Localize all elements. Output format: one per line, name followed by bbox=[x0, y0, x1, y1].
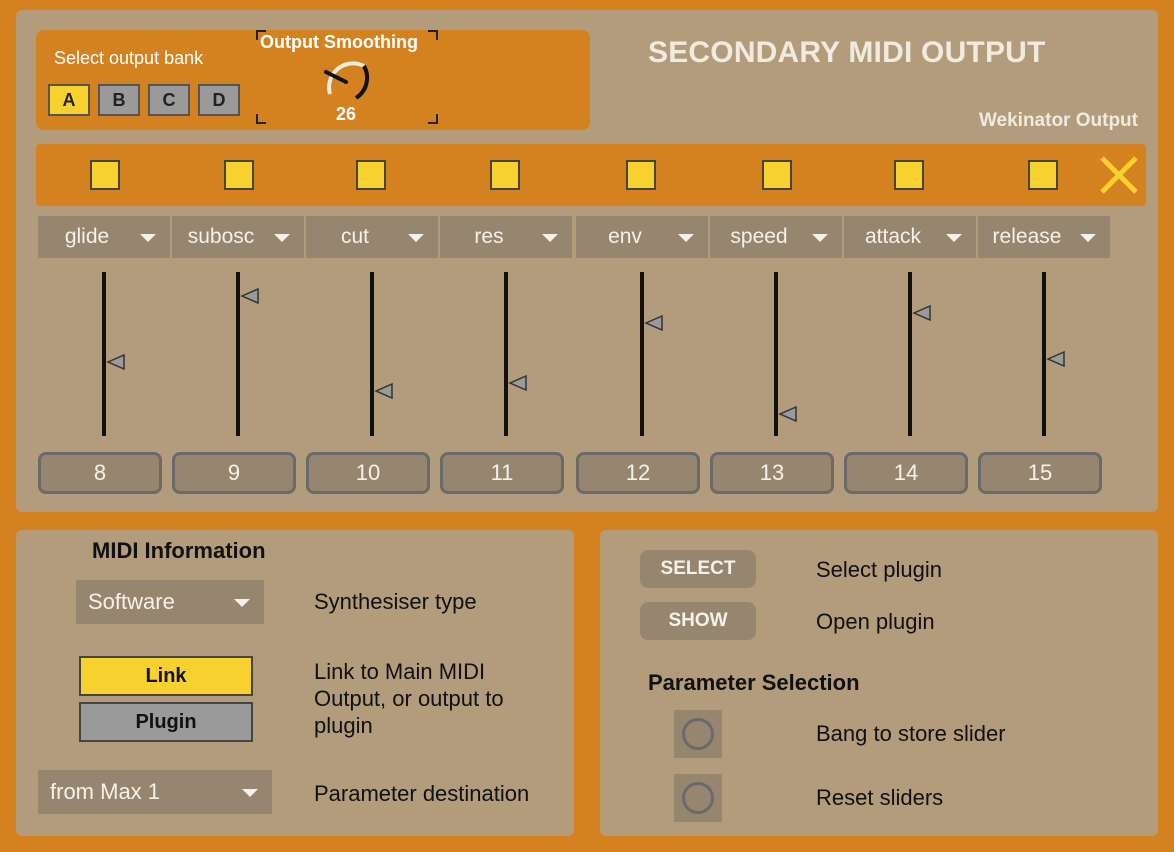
bank-box: Select output bank A B C D Output Smooth… bbox=[36, 30, 590, 130]
select-plugin-button[interactable]: SELECT bbox=[640, 550, 756, 588]
midi-info-title: MIDI Information bbox=[92, 538, 266, 563]
midi-information-panel: MIDI Information Software Synthesiser ty… bbox=[16, 530, 574, 836]
store-slider-label: Bang to store slider bbox=[816, 721, 1006, 746]
output-toggle[interactable] bbox=[356, 160, 386, 190]
param-dropdown-res[interactable]: res bbox=[440, 216, 572, 258]
synth-type-label: Synthesiser type bbox=[314, 589, 477, 614]
toggle-bar bbox=[36, 144, 1146, 206]
param-dropdown-release[interactable]: release bbox=[978, 216, 1110, 258]
open-plugin-label: Open plugin bbox=[816, 609, 935, 634]
param-number-box[interactable]: 8 bbox=[38, 452, 162, 494]
chevron-down-icon bbox=[812, 234, 828, 242]
param-number-box[interactable]: 13 bbox=[710, 452, 834, 494]
chevron-down-icon bbox=[408, 234, 424, 242]
output-toggle[interactable] bbox=[626, 160, 656, 190]
output-toggle[interactable] bbox=[224, 160, 254, 190]
slider-track-attack[interactable] bbox=[908, 272, 912, 436]
output-toggle[interactable] bbox=[90, 160, 120, 190]
bracket-tr bbox=[428, 30, 438, 40]
chevron-down-icon bbox=[274, 234, 290, 242]
chevron-down-icon bbox=[140, 234, 156, 242]
output-toggle[interactable] bbox=[1028, 160, 1058, 190]
plugin-panel: SELECT Select plugin SHOW Open plugin Pa… bbox=[600, 530, 1158, 836]
plugin-button[interactable]: Plugin bbox=[79, 702, 253, 742]
param-number-box[interactable]: 11 bbox=[440, 452, 564, 494]
chevron-down-icon bbox=[1080, 234, 1096, 242]
slider-thumb-cut[interactable] bbox=[374, 381, 394, 401]
bank-button-d[interactable]: D bbox=[198, 84, 240, 116]
slider-thumb-attack[interactable] bbox=[912, 303, 932, 323]
param-number-box[interactable]: 14 bbox=[844, 452, 968, 494]
bank-button-b[interactable]: B bbox=[98, 84, 140, 116]
bank-title: Select output bank bbox=[54, 48, 204, 68]
param-number-box[interactable]: 10 bbox=[306, 452, 430, 494]
show-plugin-button[interactable]: SHOW bbox=[640, 602, 756, 640]
parameter-destination-label: Parameter destination bbox=[314, 781, 530, 806]
slider-track-res[interactable] bbox=[504, 272, 508, 436]
param-dropdown-cut[interactable]: cut bbox=[306, 216, 438, 258]
chevron-down-icon bbox=[242, 789, 258, 797]
param-number-box[interactable]: 9 bbox=[172, 452, 296, 494]
param-number-box[interactable]: 15 bbox=[978, 452, 1102, 494]
chevron-down-icon bbox=[946, 234, 962, 242]
output-toggle[interactable] bbox=[490, 160, 520, 190]
output-toggle[interactable] bbox=[894, 160, 924, 190]
select-plugin-label: Select plugin bbox=[816, 557, 942, 582]
bracket-bl bbox=[256, 114, 266, 124]
slider-thumb-subosc[interactable] bbox=[240, 286, 260, 306]
reset-sliders-bang[interactable] bbox=[674, 774, 722, 822]
link-button[interactable]: Link bbox=[79, 656, 253, 696]
smoothing-title: Output Smoothing bbox=[260, 32, 418, 52]
slider-track-cut[interactable] bbox=[370, 272, 374, 436]
param-dropdown-glide[interactable]: glide bbox=[38, 216, 170, 258]
param-dropdown-speed[interactable]: speed bbox=[710, 216, 842, 258]
parameter-selection-title: Parameter Selection bbox=[648, 670, 860, 695]
chevron-down-icon bbox=[678, 234, 694, 242]
slider-track-env[interactable] bbox=[640, 272, 644, 436]
param-dropdown-subosc[interactable]: subosc bbox=[172, 216, 304, 258]
slider-thumb-glide[interactable] bbox=[106, 352, 126, 372]
slider-thumb-release[interactable] bbox=[1046, 349, 1066, 369]
smoothing-value: 26 bbox=[336, 104, 357, 124]
chevron-down-icon bbox=[542, 234, 558, 242]
param-dropdown-attack[interactable]: attack bbox=[844, 216, 976, 258]
chevron-down-icon bbox=[234, 599, 250, 607]
store-slider-bang[interactable] bbox=[674, 710, 722, 758]
bracket-br bbox=[428, 114, 438, 124]
reset-sliders-label: Reset sliders bbox=[816, 785, 944, 810]
close-icon[interactable] bbox=[1098, 154, 1140, 196]
param-dropdown-env[interactable]: env bbox=[576, 216, 708, 258]
link-desc-line2: Output, or output to bbox=[314, 686, 504, 711]
parameter-destination-select[interactable]: from Max 1 bbox=[38, 770, 272, 814]
smoothing-knob[interactable] bbox=[316, 54, 376, 110]
link-desc-line1: Link to Main MIDI bbox=[314, 659, 486, 684]
slider-thumb-res[interactable] bbox=[508, 373, 528, 393]
output-toggle[interactable] bbox=[762, 160, 792, 190]
wekinator-output-label: Wekinator Output bbox=[978, 110, 1138, 131]
bank-button-a[interactable]: A bbox=[48, 84, 90, 116]
bang-circle-icon bbox=[682, 782, 714, 814]
param-number-box[interactable]: 12 bbox=[576, 452, 700, 494]
synth-type-select[interactable]: Software bbox=[76, 580, 264, 624]
page-title: SECONDARY MIDI OUTPUT bbox=[648, 36, 1046, 69]
slider-thumb-env[interactable] bbox=[644, 313, 664, 333]
slider-thumb-speed[interactable] bbox=[778, 404, 798, 424]
bank-button-c[interactable]: C bbox=[148, 84, 190, 116]
bang-circle-icon bbox=[682, 718, 714, 750]
link-desc-line3: plugin bbox=[314, 713, 373, 738]
